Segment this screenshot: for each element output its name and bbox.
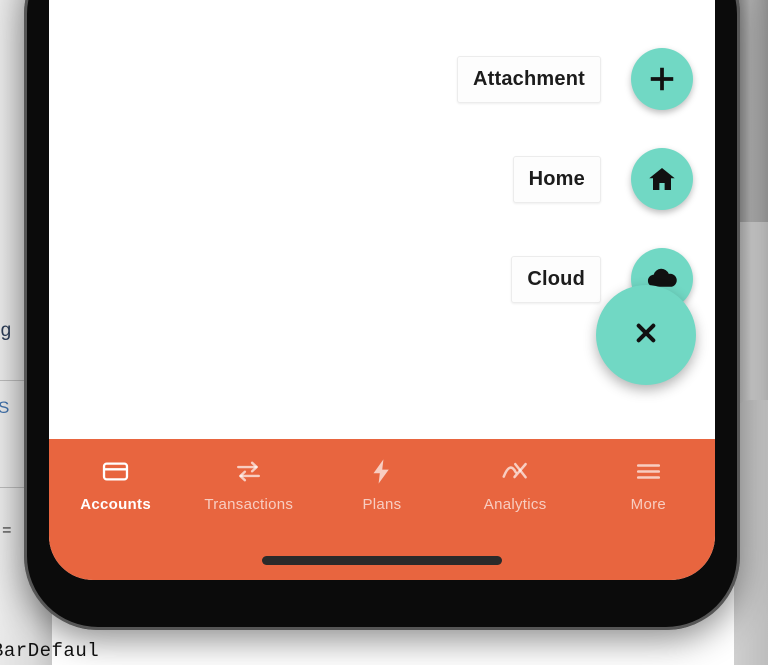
background-equals-glyph: =: [2, 522, 12, 540]
speed-dial-action-home[interactable]: Home: [512, 148, 693, 210]
phone-screen: Attachment Home Cloud Accounts Transacti…: [49, 0, 715, 580]
credit-card-icon: [101, 456, 130, 486]
nav-item-plans[interactable]: Plans: [315, 456, 448, 513]
nav-item-analytics[interactable]: Analytics: [449, 456, 582, 513]
speed-dial-label-cloud: Cloud: [511, 255, 601, 303]
speed-dial-button-attachment[interactable]: [631, 48, 693, 110]
home-icon: [647, 164, 677, 194]
speed-dial-label-home: Home: [512, 155, 601, 203]
nav-item-transactions[interactable]: Transactions: [182, 456, 315, 513]
app-content-area: Attachment Home Cloud: [49, 0, 715, 439]
home-indicator[interactable]: [262, 555, 502, 565]
background-code-fragment: BarDefaul: [0, 640, 100, 662]
nav-label-transactions: Transactions: [204, 496, 294, 513]
nav-item-accounts[interactable]: Accounts: [49, 456, 182, 513]
background-text-fragment-2: S: [0, 398, 10, 417]
screenshot-root: ng S = BarDefaul Attachment: [0, 0, 768, 665]
plus-icon: [647, 64, 677, 94]
nav-label-plans: Plans: [362, 496, 402, 513]
transfer-arrows-icon: [234, 456, 263, 486]
nav-label-more: More: [630, 496, 667, 513]
home-indicator-area: [49, 540, 715, 580]
trend-chart-icon: [500, 456, 530, 486]
speed-dial-actions: Attachment Home Cloud: [456, 48, 693, 310]
background-text-fragment-1: ng: [0, 320, 12, 341]
lightning-bolt-icon: [367, 456, 396, 486]
nav-label-accounts: Accounts: [80, 496, 151, 513]
speed-dial-label-attachment: Attachment: [456, 55, 601, 103]
close-icon: [630, 317, 662, 354]
nav-item-more[interactable]: More: [582, 456, 715, 513]
speed-dial-button-home[interactable]: [631, 148, 693, 210]
nav-label-analytics: Analytics: [483, 496, 547, 513]
speed-dial-main-button[interactable]: [596, 285, 696, 385]
bottom-navigation-bar: Accounts Transactions Plans Analytics Mo…: [49, 439, 715, 580]
hamburger-menu-icon: [634, 456, 663, 486]
bottom-navigation-items: Accounts Transactions Plans Analytics Mo…: [49, 439, 715, 540]
speed-dial-action-attachment[interactable]: Attachment: [456, 48, 693, 110]
